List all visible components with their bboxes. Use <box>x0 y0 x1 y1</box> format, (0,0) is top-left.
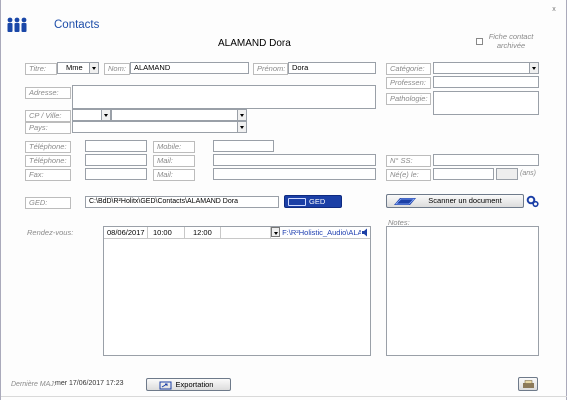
pays-label: Pays: <box>25 122 71 134</box>
appointments-list[interactable]: 08/06/2017 10:00 12:00 F:\R²Holistic_Aud… <box>103 226 371 356</box>
folder-icon <box>288 198 306 207</box>
mail2-label: Mail: <box>153 169 195 181</box>
fax-label: Fax: <box>25 169 71 181</box>
scanner-settings-icon[interactable] <box>526 194 539 208</box>
nele-label: Né(e) le: <box>386 169 431 181</box>
mail2-field[interactable] <box>213 168 376 180</box>
nele-field[interactable] <box>433 168 494 180</box>
chevron-down-icon <box>237 122 246 132</box>
categorie-label: Catégorie: <box>386 63 431 75</box>
contact-name-heading: ALAMAND Dora <box>218 38 291 49</box>
cp-ville-label: CP / Ville: <box>25 110 71 122</box>
age-field <box>496 168 518 180</box>
last-update-label: Dernière MAJ: <box>11 381 56 388</box>
rdv-label: Rendez-vous: <box>27 228 74 237</box>
pathologie-field[interactable] <box>433 91 539 115</box>
appointment-end: 12:00 <box>185 227 221 239</box>
pathologie-label: Pathologie: <box>386 93 431 105</box>
appointment-date: 08/06/2017 <box>104 227 148 239</box>
chevron-down-icon <box>271 227 280 237</box>
chevron-down-icon <box>237 110 246 120</box>
contacts-window: Contacts x ALAMAND Dora Fiche contact ar… <box>0 0 567 400</box>
titre-select[interactable]: Mme <box>57 62 99 74</box>
appointment-empty <box>221 227 271 239</box>
adresse-label: Adresse: <box>25 87 71 99</box>
prenom-label: Prénom: <box>253 63 288 75</box>
pays-select[interactable] <box>72 121 247 133</box>
last-update-value: mer 17/06/2017 17:23 <box>55 380 124 387</box>
telephone2-field[interactable] <box>85 154 147 166</box>
bottom-divider <box>1 396 567 397</box>
print-icon <box>523 380 534 388</box>
ville-select[interactable] <box>111 109 247 121</box>
export-icon <box>159 381 172 390</box>
print-button[interactable] <box>518 377 538 391</box>
notes-field[interactable] <box>386 226 539 356</box>
profession-label: Professen: <box>386 77 431 89</box>
ss-label: N° SS: <box>386 155 431 167</box>
nom-field[interactable]: ALAMAND <box>130 62 249 74</box>
page-title: Contacts <box>54 19 100 31</box>
scan-document-button[interactable]: Scanner un document <box>386 194 524 208</box>
export-button[interactable]: Exportation <box>146 378 231 391</box>
mail1-field[interactable] <box>213 154 376 166</box>
mail1-label: Mail: <box>153 155 195 167</box>
speaker-icon[interactable] <box>361 228 370 237</box>
titre-label: Titre: <box>25 63 57 75</box>
chevron-down-icon <box>89 63 98 73</box>
categorie-select[interactable] <box>433 62 539 74</box>
people-group-icon <box>7 17 27 32</box>
telephone1-label: Téléphone: <box>25 141 71 153</box>
close-icon[interactable]: x <box>548 5 560 15</box>
ged-label: GED: <box>25 197 71 209</box>
archive-checkbox-label: Fiche contact archivée <box>488 32 534 50</box>
archive-checkbox[interactable] <box>476 38 483 45</box>
profession-field[interactable] <box>433 76 539 88</box>
fax-field[interactable] <box>85 168 147 180</box>
nom-label: Nom: <box>104 63 130 75</box>
cp-select[interactable] <box>72 109 111 121</box>
appointment-start: 10:00 <box>148 227 185 239</box>
adresse-field[interactable] <box>72 85 376 109</box>
scanner-icon <box>394 198 416 205</box>
ss-field[interactable] <box>433 154 539 166</box>
chevron-down-icon <box>101 110 110 120</box>
ans-label: (ans) <box>520 170 536 177</box>
prenom-field[interactable]: Dora <box>288 62 376 74</box>
ged-path-field[interactable]: C:\BdD\R²Holitx\GED\Contacts\ALAMAND Dor… <box>85 196 279 208</box>
appointment-file[interactable]: F:\R²Holistic_Audio\ALA <box>271 227 370 239</box>
chevron-down-icon <box>529 63 538 73</box>
ged-button[interactable]: GED <box>284 195 342 208</box>
telephone1-field[interactable] <box>85 140 147 152</box>
telephone2-label: Téléphone: <box>25 155 71 167</box>
mobile-field[interactable] <box>213 140 274 152</box>
mobile-label: Mobile: <box>153 141 195 153</box>
appointment-row[interactable]: 08/06/2017 10:00 12:00 F:\R²Holistic_Aud… <box>104 227 370 239</box>
